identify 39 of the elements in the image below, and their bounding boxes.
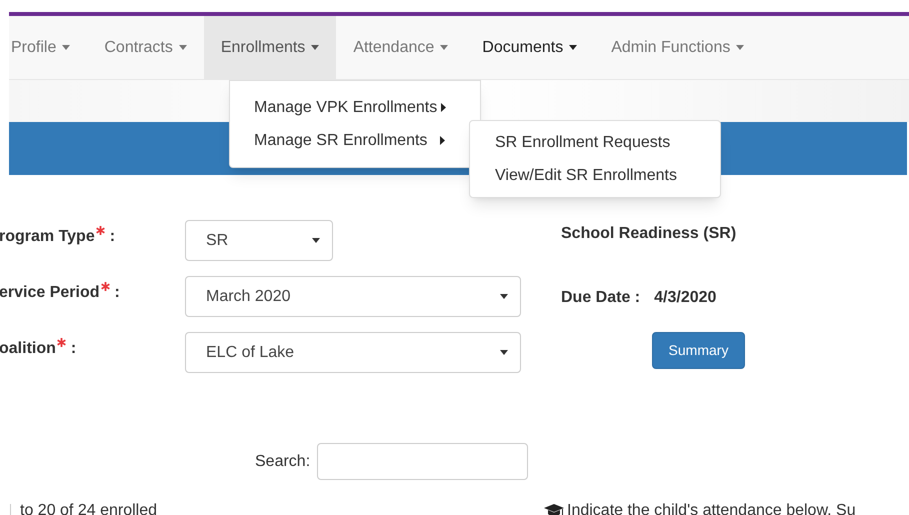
nav-menu[interactable]: Admin Functions [594, 16, 762, 79]
caret-icon [500, 350, 508, 355]
search-label: Search: [255, 452, 310, 472]
nav-menu[interactable]: Attendance [336, 16, 466, 79]
select-field[interactable]: ELC of Lake [185, 332, 521, 373]
menu-item[interactable]: Manage SR Enrollments [254, 124, 446, 157]
submenu-item[interactable]: SR Enrollment Requests [470, 126, 720, 159]
caret-icon [440, 45, 448, 50]
caret-icon [736, 45, 744, 50]
label-colon: : [114, 283, 120, 303]
label-colon: : [70, 339, 76, 359]
nav-menu[interactable]: Documents [465, 16, 594, 79]
caret-icon [311, 45, 320, 50]
attendance-note: Indicate the child's attendance below. Su [567, 501, 856, 515]
nav-menu[interactable]: Profile [9, 16, 88, 79]
caret-icon [441, 103, 446, 112]
summary-button[interactable]: Summary [652, 332, 745, 369]
select-field[interactable]: SR [185, 220, 333, 261]
field-label: oalition [0, 339, 56, 359]
nav-menu[interactable]: Contracts [87, 16, 204, 79]
caret-icon [569, 45, 578, 50]
search-field[interactable] [317, 443, 528, 480]
caret-icon [178, 45, 187, 50]
select-field[interactable]: March 2020 [185, 276, 521, 317]
due-date-value: 4/3/2020 [654, 288, 716, 308]
field-label: rogram Type [0, 227, 95, 247]
caret-icon [312, 238, 320, 243]
submenu-item[interactable]: View/Edit SR Enrollments [470, 159, 720, 192]
graduation-cap-icon [544, 504, 564, 515]
caret-icon [440, 136, 446, 145]
label-colon: : [110, 227, 116, 247]
program-name: School Readiness (SR) [561, 224, 738, 244]
enrolled-count: to 20 of 24 enrolled [20, 501, 157, 515]
nav-menu[interactable]: Enrollments [204, 16, 336, 79]
field-label: ervice Period [0, 283, 100, 303]
due-date-label: Due Date : [561, 288, 640, 308]
menu-item[interactable]: Manage VPK Enrollments [254, 91, 446, 124]
caret-icon [500, 294, 508, 299]
caret-icon [62, 45, 70, 50]
